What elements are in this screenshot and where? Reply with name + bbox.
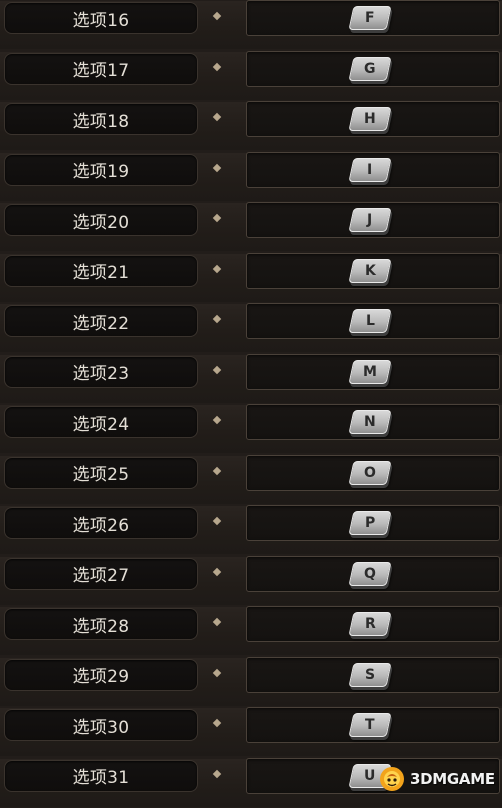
keycap-icon: R	[348, 612, 391, 636]
key-binding-button[interactable]: N	[246, 404, 500, 440]
option-label-button[interactable]: 选项17	[4, 53, 198, 85]
key-label: M	[363, 364, 377, 380]
keycap-icon: H	[348, 107, 391, 131]
keybinding-row: 选项23 M	[0, 354, 502, 405]
option-label-button[interactable]: 选项23	[4, 356, 198, 388]
option-label-button[interactable]: 选项27	[4, 558, 198, 590]
key-label: S	[365, 667, 375, 683]
keybinding-row: 选项24 N	[0, 404, 502, 455]
key-binding-button[interactable]: L	[246, 303, 500, 339]
key-binding-button[interactable]: F	[246, 0, 500, 36]
option-label-button[interactable]: 选项18	[4, 103, 198, 135]
watermark: 3DMGAME	[378, 762, 502, 796]
keycap-icon: J	[348, 208, 391, 232]
keybinding-row: 选项19 I	[0, 152, 502, 203]
key-label: J	[367, 212, 372, 228]
key-label: O	[364, 465, 376, 481]
keycap-icon: O	[348, 461, 391, 485]
keybinding-row: 选项17 G	[0, 51, 502, 102]
keybinding-row: 选项20 J	[0, 202, 502, 253]
option-label-button[interactable]: 选项31	[4, 760, 198, 792]
key-label: F	[365, 10, 375, 26]
key-binding-button[interactable]: J	[246, 202, 500, 238]
keybinding-row: 选项30 T	[0, 707, 502, 758]
keybinding-row: 选项27 Q	[0, 556, 502, 607]
key-binding-button[interactable]: G	[246, 51, 500, 87]
key-label: U	[364, 768, 375, 784]
keycap-icon: P	[348, 511, 391, 535]
key-binding-button[interactable]: I	[246, 152, 500, 188]
keycap-icon: I	[348, 158, 391, 182]
key-label: G	[364, 61, 376, 77]
option-label-button[interactable]: 选项19	[4, 154, 198, 186]
option-label-button[interactable]: 选项24	[4, 406, 198, 438]
key-label: L	[366, 313, 375, 329]
key-binding-button[interactable]: M	[246, 354, 500, 390]
key-label: H	[364, 111, 376, 127]
keybinding-row: 选项29 S	[0, 657, 502, 708]
keycap-icon: M	[348, 360, 391, 384]
key-binding-button[interactable]: T	[246, 707, 500, 743]
key-label: T	[365, 717, 375, 733]
key-binding-button[interactable]: S	[246, 657, 500, 693]
option-label-button[interactable]: 选项16	[4, 2, 198, 34]
3dm-logo-icon	[378, 765, 406, 793]
key-label: N	[364, 414, 376, 430]
key-label: I	[367, 162, 372, 178]
key-label: K	[365, 263, 376, 279]
keycap-icon: S	[348, 663, 391, 687]
key-binding-button[interactable]: K	[246, 253, 500, 289]
keycap-icon: L	[348, 309, 391, 333]
keybinding-row: 选项22 L	[0, 303, 502, 354]
option-label-button[interactable]: 选项21	[4, 255, 198, 287]
keybinding-row: 选项18 H	[0, 101, 502, 152]
keycap-icon: N	[348, 410, 391, 434]
option-label-button[interactable]: 选项22	[4, 305, 198, 337]
option-label-button[interactable]: 选项20	[4, 204, 198, 236]
option-label-button[interactable]: 选项25	[4, 457, 198, 489]
option-label-button[interactable]: 选项26	[4, 507, 198, 539]
key-binding-button[interactable]: H	[246, 101, 500, 137]
key-label: Q	[364, 566, 376, 582]
keycap-icon: K	[348, 259, 391, 283]
keycap-icon: Q	[348, 562, 391, 586]
keybinding-row: 选项16 F	[0, 0, 502, 51]
option-label-button[interactable]: 选项28	[4, 608, 198, 640]
keybinding-list: 选项16 F 选项17 G 选项18 H 选项19 I 选项20 J	[0, 0, 502, 800]
keybinding-row: 选项25 O	[0, 455, 502, 506]
key-binding-button[interactable]: O	[246, 455, 500, 491]
key-binding-button[interactable]: Q	[246, 556, 500, 592]
option-label-button[interactable]: 选项29	[4, 659, 198, 691]
keycap-icon: G	[348, 57, 391, 81]
key-label: R	[365, 616, 376, 632]
keybinding-row: 选项21 K	[0, 253, 502, 304]
keybinding-row: 选项26 P	[0, 505, 502, 556]
key-label: P	[365, 515, 375, 531]
key-binding-button[interactable]: P	[246, 505, 500, 541]
key-binding-button[interactable]: R	[246, 606, 500, 642]
option-label-button[interactable]: 选项30	[4, 709, 198, 741]
keycap-icon: F	[348, 6, 391, 30]
keybinding-row: 选项28 R	[0, 606, 502, 657]
keycap-icon: T	[348, 713, 391, 737]
watermark-text: 3DMGAME	[410, 770, 495, 788]
